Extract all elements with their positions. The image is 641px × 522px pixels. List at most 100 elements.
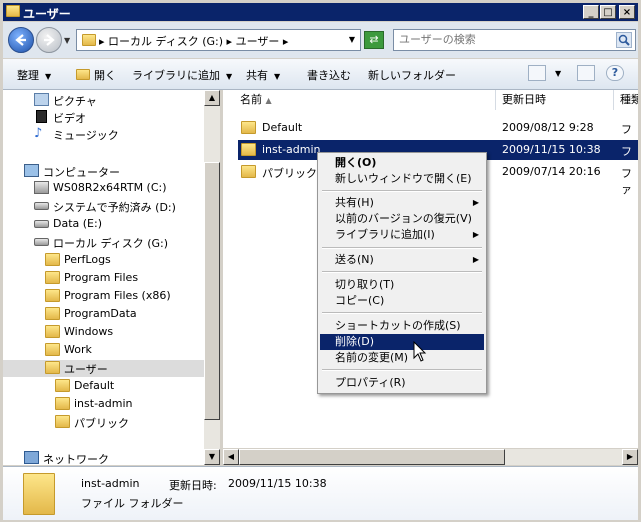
menu-item-create-shortcut[interactable]: ショートカットの作成(S) <box>320 318 484 334</box>
folder-icon <box>45 325 60 338</box>
minimize-button[interactable]: _ <box>583 5 599 19</box>
scroll-right-button[interactable]: ▶ <box>622 449 638 465</box>
preview-pane-icon[interactable] <box>577 65 595 81</box>
maximize-button[interactable]: □ <box>600 5 616 19</box>
music-icon: ♪ <box>34 126 43 141</box>
address-path[interactable]: ▸ ローカル ディスク (G:) ▸ ユーザー ▸ <box>99 33 288 49</box>
navigation-pane[interactable]: ピクチャ ビデオ ♪ ミュージック コンピューター WS08R2x64RTM (C… <box>3 90 220 465</box>
computer-icon <box>24 164 39 177</box>
share-button[interactable]: 共有 ▼ <box>246 67 280 83</box>
command-bar: 整理 ▼ 開く ライブラリに追加 ▼ 共有 ▼ 書き込む 新しいフォルダー ▼ ? <box>3 59 638 90</box>
network-icon <box>24 451 39 464</box>
folder-icon <box>45 253 60 266</box>
menu-separator <box>322 247 482 249</box>
address-bar-area: ▼ ▸ ローカル ディスク (G:) ▸ ユーザー ▸ ▼ ⇄ <box>3 22 638 58</box>
mouse-cursor-icon <box>413 341 427 362</box>
folder-icon <box>45 271 60 284</box>
window-title: ユーザー <box>23 7 71 21</box>
share-label: 共有 <box>246 69 268 82</box>
search-box[interactable] <box>393 29 636 51</box>
details-pane: inst-admin ファイル フォルダー 更新日時: 2009/11/15 1… <box>3 466 638 520</box>
address-box[interactable]: ▸ ローカル ディスク (G:) ▸ ユーザー ▸ ▼ <box>76 29 361 51</box>
close-button[interactable]: × <box>619 5 635 19</box>
scroll-up-button[interactable]: ▲ <box>204 90 220 106</box>
scroll-thumb[interactable] <box>204 162 220 420</box>
scroll-thumb[interactable] <box>239 449 505 465</box>
history-dropdown-icon[interactable]: ▼ <box>64 36 70 45</box>
menu-separator <box>322 369 482 371</box>
details-modified-label: 更新日時: <box>169 479 217 492</box>
explorer-window: ユーザー _ □ × ▼ ▸ ローカル ディスク (G:) ▸ ユーザー ▸ ▼… <box>0 0 641 522</box>
drive-icon <box>34 220 49 228</box>
menu-separator <box>322 190 482 192</box>
folder-icon <box>241 143 256 156</box>
open-label: 開く <box>94 69 116 82</box>
view-dropdown-icon[interactable]: ▼ <box>555 69 561 78</box>
folder-icon <box>76 69 90 80</box>
scroll-left-button[interactable]: ◀ <box>223 449 239 465</box>
organize-label: 整理 <box>17 69 39 82</box>
folder-icon <box>241 165 256 178</box>
folder-icon <box>241 121 256 134</box>
sort-up-icon: ▲ <box>265 96 272 105</box>
submenu-arrow-icon: ▶ <box>472 198 479 207</box>
menu-item-restore-previous[interactable]: 以前のバージョンの復元(V) <box>320 211 484 227</box>
address-dropdown-icon[interactable]: ▼ <box>349 35 355 44</box>
menu-item-rename[interactable]: 名前の変更(M) <box>320 350 484 366</box>
details-name: inst-admin <box>81 477 140 490</box>
folder-icon <box>55 379 70 392</box>
folder-icon <box>45 343 60 356</box>
submenu-arrow-icon: ▶ <box>472 255 479 264</box>
menu-item-include-library[interactable]: ライブラリに追加(I) ▶ <box>320 227 484 243</box>
pictures-icon <box>34 93 49 106</box>
submenu-arrow-icon: ▶ <box>472 230 479 239</box>
menu-item-delete[interactable]: 削除(D) <box>320 334 484 350</box>
folder-icon <box>82 34 96 46</box>
search-icon[interactable] <box>616 32 632 48</box>
menu-item-properties[interactable]: プロパティ(R) <box>320 375 484 391</box>
view-icon[interactable] <box>528 65 546 81</box>
nav-scrollbar[interactable]: ▲ ▼ <box>204 90 220 465</box>
refresh-button[interactable]: ⇄ <box>364 31 384 49</box>
menu-item-share[interactable]: 共有(H) ▶ <box>320 195 484 211</box>
drive-icon <box>34 238 49 246</box>
details-type: ファイル フォルダー <box>81 497 184 510</box>
include-library-button[interactable]: ライブラリに追加 ▼ <box>132 67 232 83</box>
menu-separator <box>322 271 482 273</box>
title-bar[interactable]: ユーザー _ □ × <box>3 3 638 21</box>
help-icon[interactable]: ? <box>606 65 624 81</box>
system-drive-icon <box>34 181 49 194</box>
organize-button[interactable]: 整理 ▼ <box>17 67 51 83</box>
open-button[interactable]: 開く <box>76 67 116 83</box>
menu-item-open[interactable]: 開く(O) <box>320 155 484 171</box>
new-folder-button[interactable]: 新しいフォルダー <box>368 67 456 83</box>
menu-item-cut[interactable]: 切り取り(T) <box>320 277 484 293</box>
folder-icon <box>45 361 60 374</box>
folder-icon <box>6 5 20 17</box>
folder-icon <box>45 307 60 320</box>
include-library-label: ライブラリに追加 <box>132 69 220 82</box>
search-input[interactable] <box>399 33 609 46</box>
scroll-down-button[interactable]: ▼ <box>204 449 220 465</box>
column-header-name[interactable]: 名前 ▲ <box>223 90 496 110</box>
folder-icon <box>55 415 70 428</box>
column-header-type[interactable]: 種類 <box>614 90 638 110</box>
context-menu[interactable]: 開く(O) 新しいウィンドウで開く(E) 共有(H) ▶ 以前のバージョンの復元(… <box>317 152 487 394</box>
large-folder-icon <box>23 473 55 515</box>
file-row[interactable]: Default 2009/08/12 9:28 ファ <box>238 118 638 152</box>
column-header-modified[interactable]: 更新日時 <box>496 90 614 110</box>
back-button[interactable] <box>8 27 34 53</box>
arrow-left-icon <box>15 34 26 46</box>
arrow-right-icon <box>44 34 55 46</box>
menu-item-open-new-window[interactable]: 新しいウィンドウで開く(E) <box>320 171 484 187</box>
menu-item-copy[interactable]: コピー(C) <box>320 293 484 309</box>
videos-icon <box>36 110 47 123</box>
details-modified-value: 2009/11/15 10:38 <box>228 477 327 490</box>
folder-icon <box>45 289 60 302</box>
burn-button[interactable]: 書き込む <box>307 67 351 83</box>
horizontal-scrollbar[interactable]: ◀ ▶ <box>223 449 638 465</box>
folder-icon <box>55 397 70 410</box>
menu-item-send-to[interactable]: 送る(N) ▶ <box>320 252 484 268</box>
forward-button[interactable] <box>36 27 62 53</box>
drive-icon <box>34 202 49 210</box>
